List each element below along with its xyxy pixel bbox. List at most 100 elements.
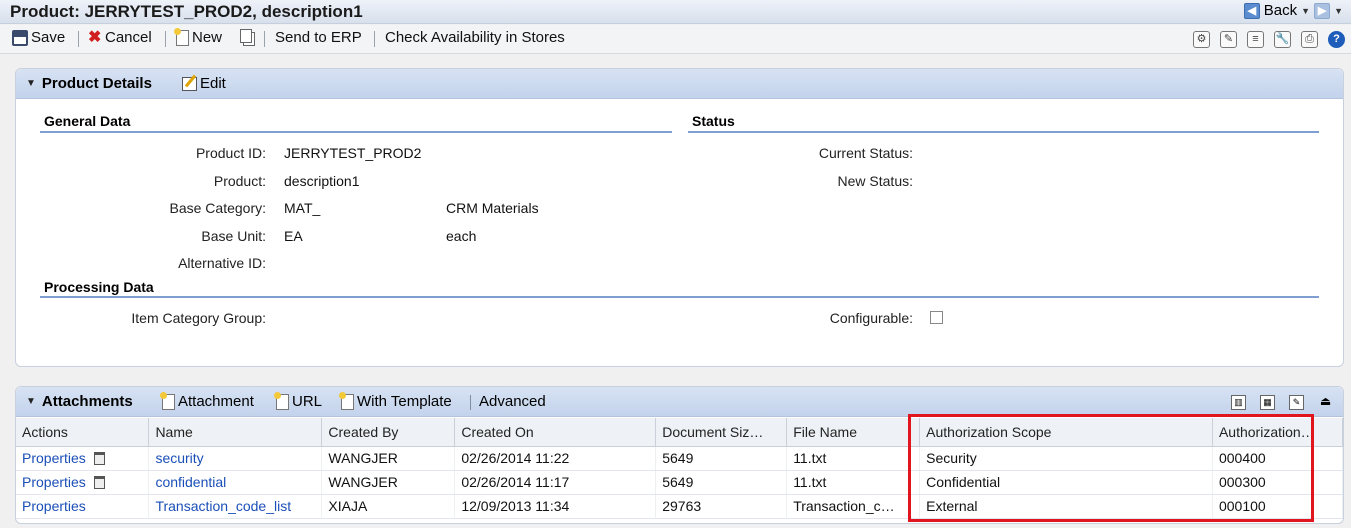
toolbar-divider: [165, 31, 166, 47]
add-attachment-button[interactable]: Attachment: [160, 391, 254, 410]
current-status-label: Current Status:: [818, 145, 913, 161]
toolbar-divider: [374, 31, 375, 47]
product-id-value: JERRYTEST_PROD2: [284, 145, 422, 161]
toolbar: Save ✖ Cancel New Send to ERP Check Avai…: [0, 25, 1351, 54]
status-divider: [688, 131, 1319, 133]
url-label: URL: [292, 393, 323, 410]
attachment-name-link[interactable]: confidential: [155, 474, 226, 490]
new-status-label: New Status:: [837, 173, 913, 189]
document-size-cell: 5649: [655, 470, 788, 495]
cancel-icon: ✖: [88, 28, 102, 46]
new-document-icon: [160, 391, 175, 410]
file-name-cell: 11.txt: [786, 470, 921, 495]
page-title: Product: JERRYTEST_PROD2, description1: [10, 2, 363, 21]
toolbar-divider: [264, 31, 265, 47]
created-on-cell: 12/09/2013 11:34: [454, 494, 657, 519]
column-header-name[interactable]: Name: [148, 418, 323, 447]
product-details-panel: ▼ Product Details Edit General Data Prod…: [15, 68, 1344, 367]
product-value: description1: [284, 173, 360, 189]
new-button[interactable]: New: [174, 27, 222, 46]
base-unit-label: Base Unit:: [201, 228, 266, 244]
check-availability-button[interactable]: Check Availability in Stores: [385, 29, 565, 46]
attachments-title: Attachments: [41, 393, 133, 410]
base-category-description: CRM Materials: [446, 200, 539, 216]
chart-view-icon[interactable]: ▥: [1231, 395, 1246, 410]
created-on-cell: 02/26/2014 11:22: [454, 446, 657, 471]
toolbar-right-icons: ⚙ ✎ ≡ 🔧 ⎙ ?: [1193, 31, 1345, 48]
general-data-divider: [40, 131, 672, 133]
cancel-button[interactable]: ✖ Cancel: [88, 29, 152, 46]
column-header-actions[interactable]: Actions: [16, 418, 150, 447]
cancel-label: Cancel: [105, 29, 152, 46]
created-on-cell: 02/26/2014 11:17: [454, 470, 657, 495]
collapse-triangle-icon[interactable]: ▼: [26, 78, 36, 89]
with-template-button[interactable]: With Template: [339, 391, 452, 410]
column-header-created-on[interactable]: Created On: [454, 418, 657, 447]
attachment-name-link[interactable]: Transaction_code_list: [155, 498, 291, 514]
tools-wrench-icon[interactable]: 🔧: [1274, 31, 1291, 48]
toolbar-divider: [78, 31, 79, 47]
new-document-icon: [339, 391, 354, 410]
created-by-cell: WANGJER: [321, 446, 456, 471]
edit-button[interactable]: Edit: [182, 75, 226, 92]
personalize-icon[interactable]: ✎: [1220, 31, 1237, 48]
collapse-up-icon[interactable]: ⏏: [1318, 395, 1333, 410]
general-data-heading: General Data: [44, 113, 131, 129]
back-dropdown-icon[interactable]: ▼: [1301, 6, 1310, 16]
save-button[interactable]: Save: [12, 29, 65, 46]
processing-data-heading: Processing Data: [44, 279, 154, 295]
properties-link[interactable]: Properties: [22, 450, 86, 466]
with-template-label: With Template: [357, 393, 452, 410]
attachment-name-link[interactable]: security: [155, 450, 203, 466]
copy-icon: [240, 29, 252, 43]
configurable-checkbox[interactable]: [930, 311, 943, 324]
new-document-icon: [174, 27, 189, 46]
document-size-cell: 29763: [655, 494, 788, 519]
column-header-document-size[interactable]: Document Siz…: [655, 418, 788, 447]
product-id-label: Product ID:: [195, 145, 266, 161]
print-icon[interactable]: ⎙: [1301, 31, 1318, 48]
header-divider: [470, 395, 471, 410]
product-details-header: ▼ Product Details Edit: [16, 69, 1343, 99]
edit-icon: [182, 76, 197, 91]
attachments-toggle[interactable]: ▼ Attachments: [26, 393, 133, 410]
status-heading: Status: [692, 113, 735, 129]
created-by-cell: XIAJA: [321, 494, 456, 519]
created-by-cell: WANGJER: [321, 470, 456, 495]
trash-icon[interactable]: [93, 476, 105, 489]
back-arrow-icon[interactable]: ◀: [1243, 2, 1260, 19]
advanced-button[interactable]: Advanced: [479, 393, 546, 410]
forward-dropdown-icon[interactable]: ▼: [1334, 6, 1343, 16]
back-navigation[interactable]: ◀ Back ▼ ▶ ▼: [1243, 2, 1343, 19]
column-header-created-by[interactable]: Created By: [321, 418, 456, 447]
edit-label: Edit: [200, 75, 226, 92]
column-header-file-name[interactable]: File Name: [786, 418, 921, 447]
notes-icon[interactable]: ≡: [1247, 31, 1264, 48]
new-document-icon: [274, 391, 289, 410]
export-excel-icon[interactable]: ▦: [1260, 395, 1275, 410]
item-category-group-label: Item Category Group:: [131, 310, 266, 326]
name-cell: security: [148, 446, 323, 471]
properties-link[interactable]: Properties: [22, 474, 86, 490]
help-icon[interactable]: ?: [1328, 31, 1345, 48]
base-category-value: MAT_: [284, 200, 321, 216]
back-button[interactable]: Back: [1264, 2, 1297, 19]
actions-cell: Properties: [16, 446, 150, 471]
send-to-erp-button[interactable]: Send to ERP: [275, 29, 362, 46]
product-label: Product:: [213, 173, 266, 189]
settings-gear-icon[interactable]: ⚙: [1193, 31, 1210, 48]
properties-link[interactable]: Properties: [22, 498, 86, 514]
product-details-toggle[interactable]: ▼ Product Details: [26, 75, 152, 92]
document-size-cell: 5649: [655, 446, 788, 471]
copy-button[interactable]: [240, 29, 252, 43]
add-url-button[interactable]: URL: [274, 391, 323, 410]
title-bar: Product: JERRYTEST_PROD2, description1 ◀…: [0, 0, 1351, 24]
trash-icon[interactable]: [93, 452, 105, 465]
tools-wrench-icon[interactable]: ✎: [1289, 395, 1304, 410]
attachments-header-icons: ▥ ▦ ✎ ⏏: [1231, 395, 1333, 410]
alternative-id-label: Alternative ID:: [178, 255, 266, 271]
collapse-triangle-icon[interactable]: ▼: [26, 396, 36, 407]
forward-arrow-icon[interactable]: ▶: [1314, 2, 1331, 19]
save-label: Save: [31, 29, 66, 46]
save-icon: [12, 29, 28, 46]
